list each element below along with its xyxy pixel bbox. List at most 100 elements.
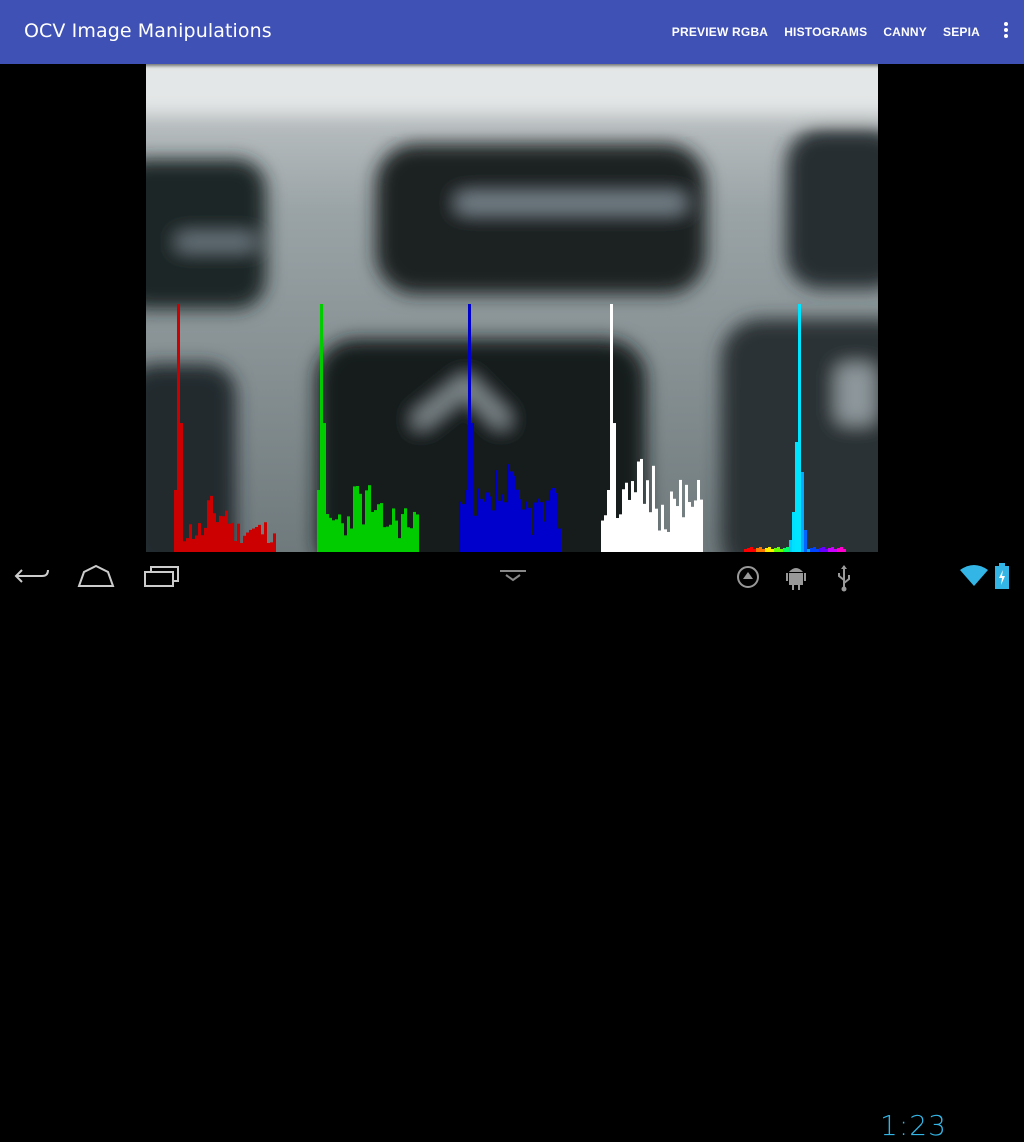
histogram-bar	[465, 490, 468, 552]
histogram-bar	[616, 518, 619, 552]
histogram-bar	[625, 482, 628, 552]
histogram-bar	[471, 423, 474, 552]
histogram-bar	[234, 540, 237, 552]
histogram-bar	[462, 504, 465, 552]
histogram-bar	[679, 479, 682, 552]
histogram-bar	[249, 529, 252, 552]
histogram-bar	[474, 515, 477, 552]
histogram-bar	[640, 458, 643, 552]
histogram-bar	[504, 502, 507, 552]
histogram-bar	[216, 522, 219, 552]
histogram-bar	[516, 489, 519, 552]
histogram-bar	[377, 504, 380, 552]
histogram-bar	[362, 524, 365, 552]
histogram-bar	[267, 543, 270, 552]
histogram-bar	[213, 513, 216, 552]
action-menu: PREVIEW RGBA HISTOGRAMS CANNY SEPIA	[656, 0, 980, 64]
histogram-bar	[258, 524, 261, 552]
histogram-bar	[534, 502, 537, 552]
histogram-bar	[413, 511, 416, 552]
histogram-bar	[643, 503, 646, 552]
histogram-bar	[546, 500, 549, 552]
histogram-bar	[368, 485, 371, 552]
menu-preview-rgba[interactable]: PREVIEW RGBA	[672, 25, 768, 39]
histogram-bar	[353, 486, 356, 552]
back-icon[interactable]	[12, 564, 52, 588]
histogram-bar	[180, 423, 183, 552]
histogram-bar	[398, 538, 401, 552]
histogram-bar	[607, 490, 610, 552]
histogram-bar	[682, 517, 685, 552]
histogram-bar	[174, 490, 177, 552]
histogram-bar	[335, 519, 338, 552]
menu-sepia[interactable]: SEPIA	[943, 25, 980, 39]
histogram-bar	[219, 515, 222, 552]
wifi-icon	[960, 565, 988, 586]
histogram-bar	[673, 498, 676, 552]
histogram-bar	[646, 480, 649, 552]
histogram-bar	[392, 508, 395, 552]
histogram-bar	[631, 481, 634, 552]
histogram-bar	[492, 510, 495, 552]
histogram-bar	[486, 492, 489, 552]
histogram-bar	[350, 528, 353, 552]
histogram-bar	[204, 527, 207, 552]
histogram-bar	[670, 491, 673, 552]
histogram-bar	[498, 500, 501, 552]
histogram-bar	[619, 514, 622, 552]
histogram-bar	[222, 516, 225, 552]
histogram-bar	[540, 502, 543, 552]
histogram-bar	[198, 523, 201, 552]
histogram-bar	[495, 470, 498, 552]
system-bar: 1:23	[0, 552, 1024, 1142]
histogram-bar	[622, 489, 625, 552]
histogram-bar	[380, 503, 383, 552]
histogram-bar	[477, 488, 480, 552]
histogram-bar	[341, 523, 344, 552]
histogram-bar	[189, 524, 192, 552]
histogram-bar	[649, 512, 652, 552]
histogram-bar	[389, 524, 392, 552]
battery-charging-icon	[995, 563, 1009, 589]
clock: 1:23	[880, 1109, 947, 1142]
histogram-bar	[416, 514, 419, 552]
histogram-bar	[386, 526, 389, 552]
android-debug-icon	[786, 568, 806, 590]
histogram-bar	[255, 526, 258, 552]
histogram-bar	[613, 423, 616, 552]
histogram-bar	[395, 520, 398, 552]
histogram-bar	[177, 304, 180, 552]
histogram-bar	[231, 522, 234, 552]
histogram-bar	[320, 304, 323, 552]
histogram-bar	[601, 520, 604, 552]
keyboard-hide-icon[interactable]	[498, 568, 528, 582]
histogram-bar	[186, 538, 189, 552]
histogram-bar	[383, 527, 386, 552]
histogram-bar	[637, 461, 640, 552]
histogram-bar	[192, 538, 195, 552]
histogram-bar	[483, 501, 486, 552]
usb-icon	[838, 565, 850, 592]
more-vert-icon[interactable]	[1000, 22, 1012, 42]
histogram-bar	[634, 492, 637, 552]
histogram-bar	[628, 499, 631, 552]
histogram-bar	[661, 504, 664, 552]
histogram-bar	[801, 472, 804, 552]
menu-histograms[interactable]: HISTOGRAMS	[784, 25, 867, 39]
histogram-bar	[522, 509, 525, 552]
histogram-bar	[459, 501, 462, 552]
histogram-bar	[549, 490, 552, 552]
histogram-bar	[468, 304, 471, 552]
histogram-bar	[528, 507, 531, 552]
histogram-bar	[667, 531, 670, 552]
recent-apps-icon[interactable]	[142, 564, 182, 588]
histogram-bar	[525, 501, 528, 552]
home-icon[interactable]	[76, 564, 116, 588]
histogram-bar	[519, 499, 522, 552]
histogram-bar	[480, 498, 483, 552]
histogram-bar	[700, 499, 703, 552]
menu-canny[interactable]: CANNY	[883, 25, 927, 39]
histogram-bar	[501, 494, 504, 552]
camera-frame	[146, 64, 878, 552]
histogram-bar	[798, 304, 801, 552]
